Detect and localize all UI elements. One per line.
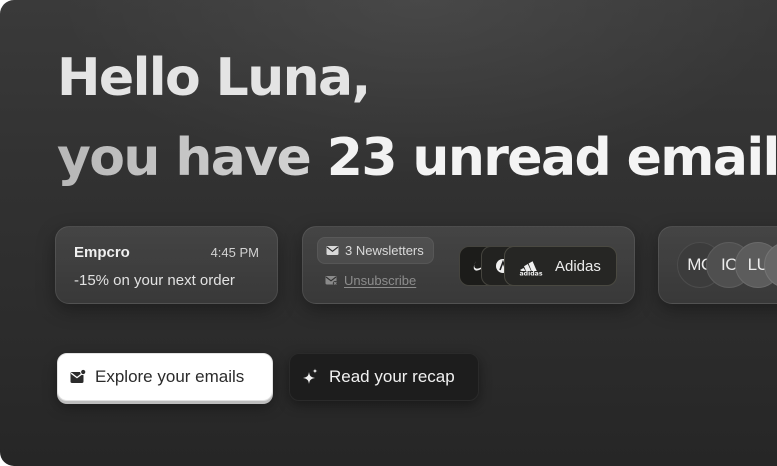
unread-summary-line: you have 23 unread emails. bbox=[57, 118, 777, 198]
recap-panel: Hello Luna, you have 23 unread emails. E… bbox=[0, 0, 777, 466]
greeting-headline: Hello Luna, you have 23 unread emails. bbox=[57, 38, 777, 198]
unread-prefix: you have bbox=[57, 128, 327, 188]
unsubscribe-label: Unsubscribe bbox=[344, 273, 417, 288]
svg-text:adidas: adidas bbox=[519, 271, 542, 276]
unread-suffix: unread emails. bbox=[412, 128, 777, 188]
adidas-logo-icon: adidas bbox=[516, 256, 546, 276]
envelope-off-icon bbox=[325, 275, 338, 286]
read-recap-button[interactable]: Read your recap bbox=[289, 353, 479, 401]
email-sender: Empcro bbox=[74, 244, 130, 261]
envelope-icon bbox=[326, 245, 339, 256]
mail-badge-icon bbox=[70, 369, 86, 385]
newsletters-card: 3 Newsletters Unsubscribe adidas Adidas bbox=[302, 226, 635, 304]
contacts-card: MC IC LU A bbox=[658, 226, 777, 304]
read-recap-label: Read your recap bbox=[329, 367, 455, 386]
explore-emails-label: Explore your emails bbox=[95, 367, 245, 386]
unsubscribe-link[interactable]: Unsubscribe bbox=[325, 273, 416, 288]
email-subject: -15% on your next order bbox=[74, 272, 235, 289]
email-preview-card[interactable]: Empcro 4:45 PM -15% on your next order bbox=[55, 226, 278, 304]
unread-count: 23 bbox=[326, 128, 398, 188]
brand-chip-adidas[interactable]: adidas Adidas bbox=[504, 246, 617, 286]
email-time: 4:45 PM bbox=[210, 245, 259, 260]
greeting-line: Hello Luna, bbox=[57, 48, 371, 108]
newsletter-count-badge[interactable]: 3 Newsletters bbox=[317, 237, 434, 264]
brand-name: Adidas bbox=[555, 257, 601, 275]
sparkles-icon bbox=[300, 367, 320, 387]
explore-emails-button[interactable]: Explore your emails bbox=[57, 353, 273, 401]
newsletter-count-label: 3 Newsletters bbox=[345, 243, 424, 258]
